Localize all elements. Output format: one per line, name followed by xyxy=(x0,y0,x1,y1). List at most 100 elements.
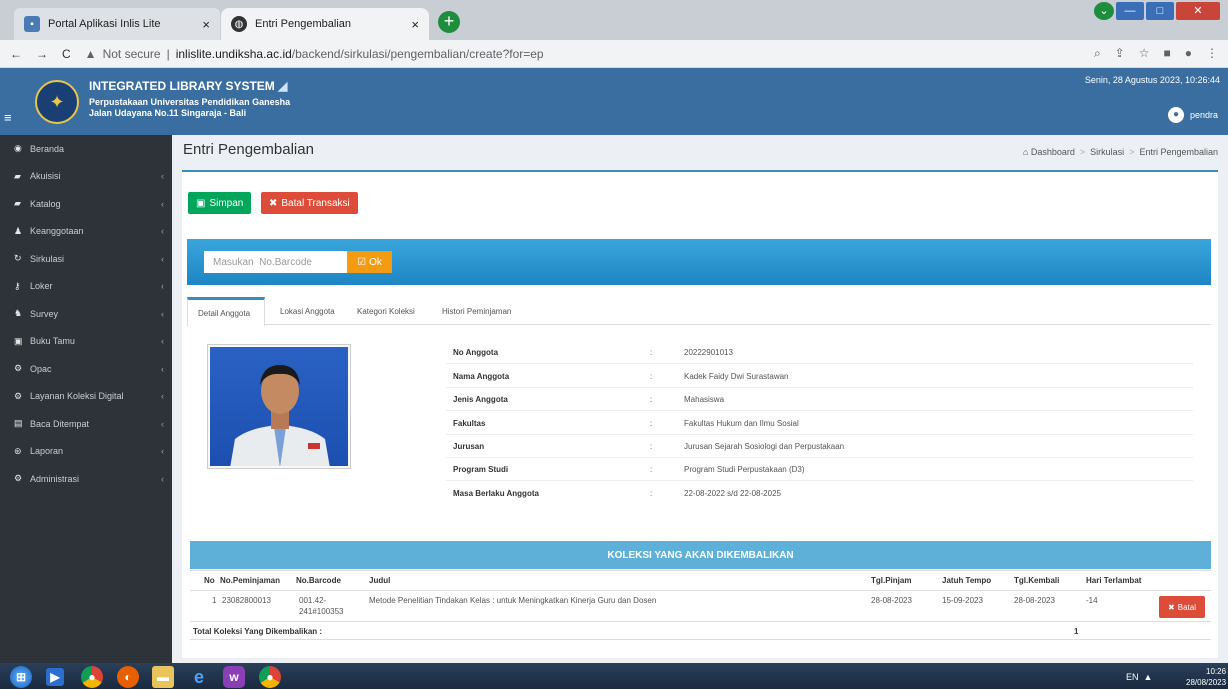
cogs-icon: ⚙ xyxy=(14,363,23,374)
chrome-icon[interactable]: ● xyxy=(259,666,281,688)
star-icon[interactable]: ☆ xyxy=(1139,46,1150,61)
sidebar-item-akuisisi[interactable]: ▰ Akuisisi ‹ xyxy=(0,163,172,191)
user-menu[interactable]: ● pendra xyxy=(1167,107,1218,123)
security-label: Not secure xyxy=(102,46,161,61)
sidebar-item-opac[interactable]: ⚙ Opac ‹ xyxy=(0,355,172,383)
browser-tab-pengembalian[interactable]: ◍ Entri Pengembalian × xyxy=(221,8,429,40)
sidebar-item-survey[interactable]: ♞ Survey ‹ xyxy=(0,300,172,328)
total-label: Total Koleksi Yang Dikembalikan : xyxy=(193,627,323,636)
sidebar-item-administrasi[interactable]: ⚙ Administrasi ‹ xyxy=(0,465,172,493)
field-value-no-anggota: 20222901013 xyxy=(684,348,733,357)
key-icon: ⚷ xyxy=(14,280,21,291)
sidebar-item-beranda[interactable]: ◉ Beranda xyxy=(0,135,172,163)
field-label-nama: Nama Anggota xyxy=(453,372,510,381)
ok-button[interactable]: ☑ Ok xyxy=(347,251,392,273)
cancel-transaction-button[interactable]: ✖ Batal Transaksi xyxy=(261,192,358,214)
minimize-button[interactable]: — xyxy=(1116,2,1144,20)
field-label-masa-berlaku: Masa Berlaku Anggota xyxy=(453,489,539,498)
folder-icon[interactable]: ▬ xyxy=(152,666,174,688)
batal-row-button[interactable]: ✖ Batal xyxy=(1159,596,1205,618)
share-icon[interactable]: ⇪ xyxy=(1115,46,1125,61)
collection-table-title: KOLEKSI YANG AKAN DIKEMBALIKAN xyxy=(190,541,1211,569)
breadcrumb-dashboard[interactable]: Dashboard xyxy=(1031,147,1075,157)
close-window-button[interactable]: ✕ xyxy=(1176,2,1220,20)
row-no: 1 xyxy=(212,596,217,605)
chevron-left-icon: ‹ xyxy=(161,363,164,374)
tab-detail-anggota[interactable]: Detail Anggota xyxy=(187,297,265,326)
sidebar-item-loker[interactable]: ⚷ Loker ‹ xyxy=(0,273,172,301)
tab-lokasi-anggota[interactable]: Lokasi Anggota xyxy=(270,297,345,325)
book-logo-icon: ◢ xyxy=(278,79,288,93)
sidebar-item-buku-tamu[interactable]: ▣ Buku Tamu ‹ xyxy=(0,328,172,356)
breadcrumb-sirkulasi[interactable]: Sirkulasi xyxy=(1090,147,1124,157)
browser-tab-portal[interactable]: ▪ Portal Aplikasi Inlis Lite × xyxy=(14,8,220,40)
forward-icon[interactable]: → xyxy=(36,47,48,61)
close-icon: ✖ xyxy=(269,197,278,209)
sidebar-toggle-icon[interactable]: ≡ xyxy=(4,110,12,125)
start-button-icon[interactable]: ⊞ xyxy=(10,666,32,688)
breadcrumb-current: Entri Pengembalian xyxy=(1139,147,1218,157)
sidebar-item-keanggotaan[interactable]: ♟ Keanggotaan ‹ xyxy=(0,218,172,246)
user-icon: ♟ xyxy=(14,225,23,236)
sidebar-item-baca-ditempat[interactable]: ▤ Baca Ditempat ‹ xyxy=(0,410,172,438)
system-title: INTEGRATED LIBRARY SYSTEM ◢ xyxy=(89,79,288,93)
col-header-no: No xyxy=(204,576,215,585)
menu-icon[interactable]: ⋮ xyxy=(1206,46,1218,61)
field-label-fakultas: Fakultas xyxy=(453,419,486,428)
account-icon[interactable]: ● xyxy=(1185,46,1192,61)
address-bar-actions: ⌕ ⇪ ☆ ■ ● ⋮ xyxy=(1094,46,1218,61)
field-value-jenis: Mahasiswa xyxy=(684,395,725,404)
book-icon: ▰ xyxy=(14,170,21,181)
sidebar-item-laporan[interactable]: ⊛ Laporan ‹ xyxy=(0,438,172,466)
zoom-icon[interactable]: ⌕ xyxy=(1094,46,1101,61)
close-tab-icon[interactable]: × xyxy=(202,17,210,32)
firefox-icon[interactable]: ◐ xyxy=(117,666,139,688)
chrome-icon[interactable]: ● xyxy=(81,666,103,688)
save-button[interactable]: ▣ Simpan xyxy=(188,192,252,214)
sidepanel-icon[interactable]: ■ xyxy=(1164,46,1171,61)
chevron-left-icon: ‹ xyxy=(161,473,164,484)
url-field[interactable]: ▲ Not secure | inlislite.undiksha.ac.id /… xyxy=(85,47,1080,61)
save-icon: ▣ xyxy=(196,197,206,209)
back-icon[interactable]: ← xyxy=(10,47,22,61)
field-label-no-anggota: No Anggota xyxy=(453,348,499,357)
page-title: Entri Pengembalian xyxy=(183,141,314,158)
col-header-hari-terlambat: Hari Terlambat xyxy=(1086,576,1142,585)
maximize-button[interactable]: □ xyxy=(1146,2,1174,20)
chevron-left-icon: ‹ xyxy=(161,308,164,319)
barcode-input[interactable] xyxy=(204,251,347,273)
taskbar-clock[interactable]: 10:26 28/08/2023 xyxy=(1186,666,1226,688)
media-player-icon[interactable]: ▶ xyxy=(46,668,64,686)
profile-icon[interactable]: ⌄ xyxy=(1094,2,1114,20)
col-header-tgl-pinjam: Tgl.Pinjam xyxy=(871,576,912,585)
close-tab-icon[interactable]: × xyxy=(411,17,419,32)
row-judul: Metode Penelitian Tindakan Kelas : untuk… xyxy=(369,596,657,605)
chevron-left-icon: ‹ xyxy=(161,281,164,292)
app-icon[interactable]: w xyxy=(223,666,245,688)
sidebar-item-layanan-koleksi-digital[interactable]: ⚙ Layanan Koleksi Digital ‹ xyxy=(0,383,172,411)
breadcrumb: ⌂ Dashboard > Sirkulasi > Entri Pengembalian xyxy=(1022,147,1218,157)
table-icon: ▤ xyxy=(14,418,23,429)
university-logo: ✦ xyxy=(35,80,79,124)
tab-kategori-koleksi[interactable]: Kategori Koleksi xyxy=(347,297,425,325)
globe-icon: ◍ xyxy=(231,16,247,32)
internet-explorer-icon[interactable]: e xyxy=(188,666,210,688)
reload-icon[interactable]: C xyxy=(62,47,71,61)
clock-time: 10:26 xyxy=(1206,667,1227,676)
windows-taskbar xyxy=(0,663,1228,689)
chevron-left-icon: ‹ xyxy=(161,336,164,347)
sidebar-item-katalog[interactable]: ▰ Katalog ‹ xyxy=(0,190,172,218)
guestbook-icon: ▣ xyxy=(14,335,23,346)
new-tab-button[interactable]: + xyxy=(438,11,460,33)
language-indicator[interactable]: EN ▲ xyxy=(1126,672,1152,682)
row-barcode-line1: 001.42- xyxy=(299,596,327,605)
tab-histori-peminjaman[interactable]: Histori Peminjaman xyxy=(432,297,521,325)
row-tgl-pinjam: 28-08-2023 xyxy=(871,596,912,605)
row-tgl-kembali: 28-08-2023 xyxy=(1014,596,1055,605)
chevron-left-icon: ‹ xyxy=(161,253,164,264)
member-tabs: Detail Anggota Lokasi Anggota Kategori K… xyxy=(187,297,1211,326)
col-header-tgl-kembali: Tgl.Kembali xyxy=(1014,576,1060,585)
sidebar-item-sirkulasi[interactable]: ↻ Sirkulasi ‹ xyxy=(0,245,172,273)
url-path: /backend/sirkulasi/pengembalian/create?f… xyxy=(291,46,544,61)
chevron-left-icon: ‹ xyxy=(161,226,164,237)
